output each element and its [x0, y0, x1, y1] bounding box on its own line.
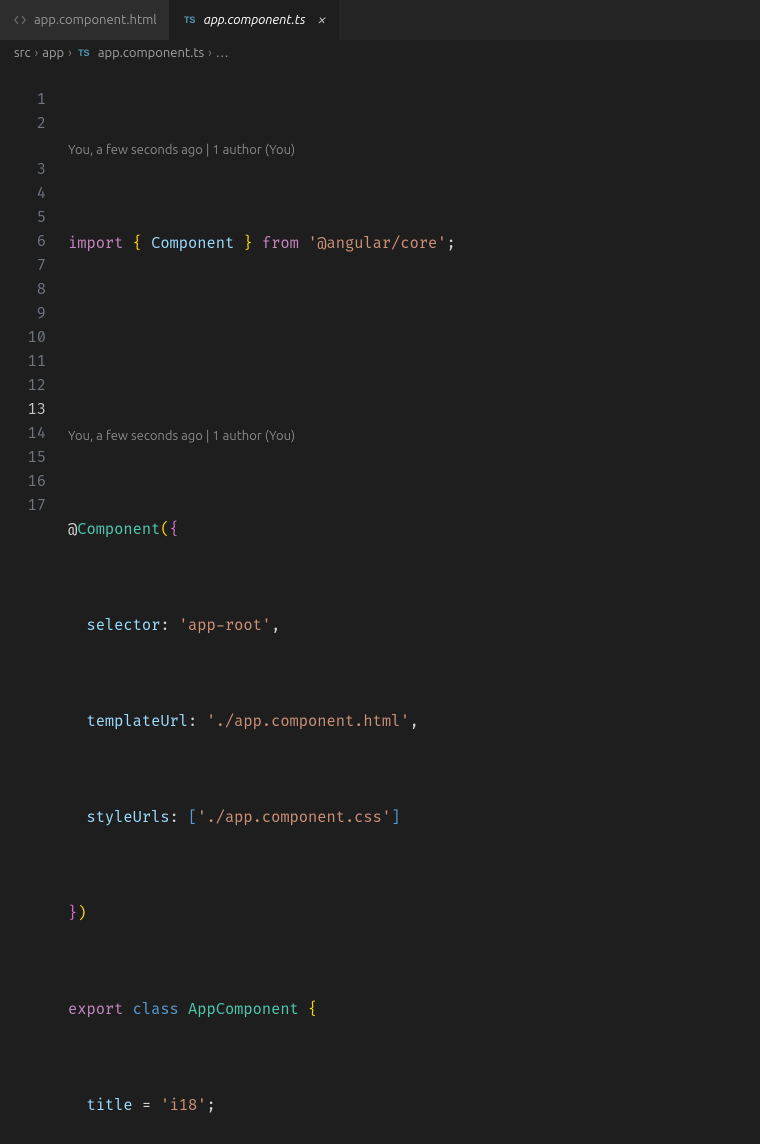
chevron-right-icon: ›	[208, 46, 212, 60]
line-gutter: 1 2 3 4 5 6 7 8 9 10 11 12 13 14 15 16 1…	[0, 66, 68, 1144]
html-icon	[12, 12, 28, 28]
editor-tabs: app.component.html TS app.component.ts ×	[0, 0, 760, 40]
tab-label: app.component.html	[34, 13, 157, 27]
code-content[interactable]: You, a few seconds ago | 1 author (You) …	[68, 66, 760, 1144]
breadcrumb-file[interactable]: app.component.ts	[98, 46, 204, 60]
tab-label: app.component.ts	[204, 13, 306, 27]
breadcrumb-ellipsis[interactable]: …	[216, 46, 229, 60]
code-line: @Component({	[68, 518, 760, 542]
line-number: 4	[0, 182, 46, 206]
line-number: 2	[0, 112, 46, 136]
line-number: 17	[0, 494, 46, 518]
line-number: 14	[0, 422, 46, 446]
code-line: export class AppComponent {	[68, 998, 760, 1022]
codelens[interactable]: You, a few seconds ago | 1 author (You)	[68, 424, 760, 446]
tab-app-component-ts[interactable]: TS app.component.ts ×	[170, 0, 340, 40]
line-number: 15	[0, 446, 46, 470]
code-line: })	[68, 902, 760, 926]
ts-icon: TS	[76, 45, 92, 61]
line-number: 12	[0, 374, 46, 398]
line-number: 7	[0, 254, 46, 278]
line-number: 13	[0, 398, 46, 422]
code-line: selector: 'app-root',	[68, 614, 760, 638]
line-number: 11	[0, 350, 46, 374]
breadcrumb: src › app › TS app.component.ts › …	[0, 40, 760, 66]
line-number: 6	[0, 230, 46, 254]
chevron-right-icon: ›	[35, 46, 39, 60]
code-line: title = 'i18';	[68, 1094, 760, 1118]
code-line: import { Component } from '@angular/core…	[68, 232, 760, 256]
line-number: 5	[0, 206, 46, 230]
ts-icon: TS	[182, 12, 198, 28]
code-line: styleUrls: ['./app.component.css']	[68, 806, 760, 830]
breadcrumb-part[interactable]: app	[42, 46, 64, 60]
line-number: 16	[0, 470, 46, 494]
code-line: templateUrl: './app.component.html',	[68, 710, 760, 734]
code-editor[interactable]: 1 2 3 4 5 6 7 8 9 10 11 12 13 14 15 16 1…	[0, 66, 760, 1144]
line-number: 9	[0, 302, 46, 326]
line-number: 8	[0, 278, 46, 302]
line-number: 3	[0, 158, 46, 182]
code-line	[68, 328, 760, 352]
breadcrumb-part[interactable]: src	[14, 46, 31, 60]
line-number: 10	[0, 326, 46, 350]
close-icon[interactable]: ×	[317, 12, 326, 28]
minimap[interactable]	[750, 66, 760, 572]
codelens[interactable]: You, a few seconds ago | 1 author (You)	[68, 138, 760, 160]
tab-app-component-html[interactable]: app.component.html	[0, 0, 170, 40]
line-number: 1	[0, 88, 46, 112]
chevron-right-icon: ›	[68, 46, 72, 60]
